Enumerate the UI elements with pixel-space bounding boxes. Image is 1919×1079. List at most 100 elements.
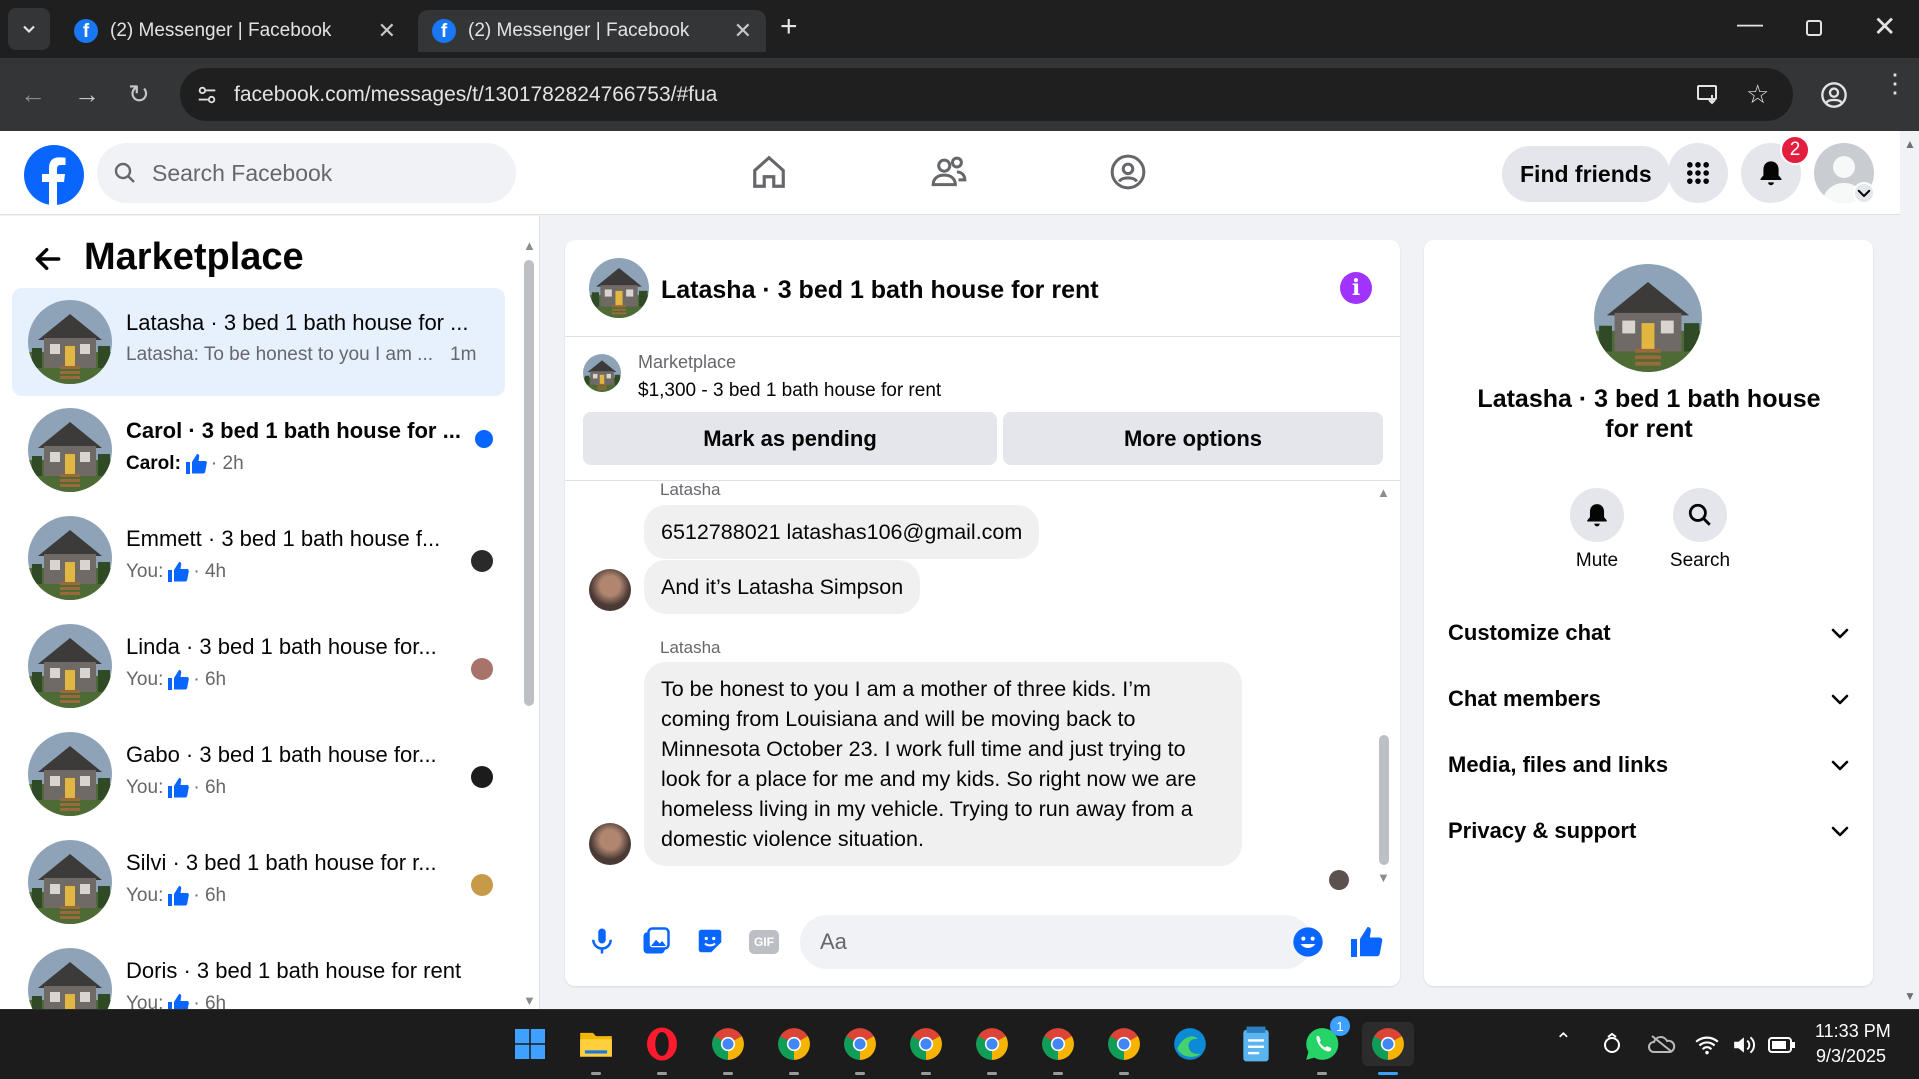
back-arrow-icon[interactable]: [32, 243, 64, 275]
groups-icon[interactable]: [1109, 153, 1147, 191]
page-scrollbar[interactable]: ▲ ▼: [1900, 131, 1919, 1009]
file-explorer-icon[interactable]: [574, 1022, 618, 1075]
start-windows-icon[interactable]: [508, 1022, 552, 1066]
facebook-header: Search Facebook Find friends 2: [0, 131, 1900, 215]
menu-grid-button[interactable]: [1668, 143, 1728, 203]
tab-list-button[interactable]: [8, 8, 50, 50]
search-placeholder: Search Facebook: [152, 159, 333, 186]
copilot-icon[interactable]: [1600, 1032, 1624, 1056]
chat-title[interactable]: Latasha · 3 bed 1 bath house for rent: [661, 276, 1099, 305]
minimize-button[interactable]: —: [1737, 8, 1763, 39]
conversation-silvi[interactable]: Silvi · 3 bed 1 bath house for r... You:…: [12, 828, 505, 936]
install-app-icon[interactable]: [1696, 83, 1720, 107]
chrome-active-icon[interactable]: [1362, 1022, 1414, 1075]
chevron-down-icon: [23, 25, 35, 34]
search-label: Search: [1669, 550, 1731, 571]
reload-button[interactable]: ↻: [128, 58, 150, 131]
sender-avatar[interactable]: [589, 569, 631, 611]
chat-members-row[interactable]: Chat members: [1448, 674, 1852, 724]
chrome-profile-icon[interactable]: [970, 1022, 1014, 1075]
forward-button[interactable]: →: [74, 58, 100, 131]
wifi-icon[interactable]: [1694, 1034, 1720, 1056]
snippet-time: · 6h: [193, 777, 227, 798]
clock-date[interactable]: 9/3/2025: [1816, 1046, 1886, 1067]
unread-dot: [475, 430, 493, 448]
thumbs-up-send-icon[interactable]: [1348, 924, 1384, 960]
close-tab-icon[interactable]: ✕: [734, 18, 752, 44]
search-icon: [114, 162, 135, 183]
account-chevron-icon[interactable]: [1853, 182, 1875, 204]
clock-time[interactable]: 11:33 PM: [1815, 1021, 1891, 1042]
conversation-latasha[interactable]: Latasha · 3 bed 1 bath house for ... Lat…: [12, 288, 505, 396]
browser-tab-1[interactable]: f (2) Messenger | Facebook ✕: [60, 10, 410, 52]
thumbs-up-icon: [166, 668, 190, 692]
snippet-sender: You:: [126, 993, 164, 1009]
mark-as-pending-button[interactable]: Mark as pending: [583, 412, 997, 465]
house-thumbnail: [28, 516, 112, 600]
listing-photo[interactable]: [1594, 264, 1702, 372]
notepad-icon[interactable]: [1234, 1022, 1278, 1066]
new-tab-button[interactable]: +: [780, 10, 798, 44]
browser-menu-icon[interactable]: ⋮: [1882, 70, 1908, 96]
message-bubble[interactable]: To be honest to you I am a mother of thr…: [644, 662, 1242, 866]
onedrive-icon[interactable]: [1648, 1034, 1676, 1054]
facebook-logo-icon[interactable]: [24, 145, 84, 205]
address-bar[interactable]: facebook.com/messages/t/1301782824766753…: [180, 68, 1793, 121]
house-thumbnail: [28, 948, 112, 1009]
conversation-emmett[interactable]: Emmett · 3 bed 1 bath house f... You: · …: [12, 504, 505, 612]
info-button[interactable]: i: [1340, 272, 1372, 304]
whatsapp-icon[interactable]: 1: [1300, 1016, 1350, 1075]
volume-icon[interactable]: [1732, 1034, 1758, 1056]
message-input[interactable]: Aa: [800, 915, 1323, 969]
photo-icon[interactable]: [641, 926, 671, 956]
conversation-carol[interactable]: Carol · 3 bed 1 bath house for ... Carol…: [12, 396, 505, 504]
privacy-support-row[interactable]: Privacy & support: [1448, 806, 1852, 856]
edge-icon[interactable]: [1168, 1022, 1212, 1066]
conversation-linda[interactable]: Linda · 3 bed 1 bath house for... You: ·…: [12, 612, 505, 720]
message-bubble[interactable]: And it’s Latasha Simpson: [644, 560, 921, 614]
message-bubble[interactable]: 6512788021 latashas106@gmail.com: [644, 505, 1040, 559]
browser-tab-2-active[interactable]: f (2) Messenger | Facebook ✕: [418, 10, 766, 52]
media-files-links-row[interactable]: Media, files and links: [1448, 740, 1852, 790]
conversation-snippet: You: · 6h: [126, 884, 226, 908]
home-icon[interactable]: [750, 153, 788, 191]
site-settings-icon[interactable]: [196, 84, 218, 106]
conversation-gabo[interactable]: Gabo · 3 bed 1 bath house for... You: · …: [12, 720, 505, 828]
friends-icon[interactable]: [930, 153, 968, 191]
mute-button[interactable]: Mute: [1562, 488, 1632, 572]
opera-icon[interactable]: [640, 1022, 684, 1075]
close-window-button[interactable]: ✕: [1873, 10, 1896, 43]
conversation-doris[interactable]: Doris · 3 bed 1 bath house for rent You:…: [12, 936, 505, 1009]
bookmark-star-icon[interactable]: ☆: [1746, 79, 1769, 110]
browser-toolbar: ← → ↻ facebook.com/messages/t/1301782824…: [0, 58, 1919, 131]
profile-icon[interactable]: [1820, 81, 1848, 109]
gif-icon[interactable]: GIF: [749, 930, 779, 954]
back-button[interactable]: ←: [20, 58, 46, 131]
chrome-profile-icon[interactable]: [1102, 1022, 1146, 1075]
more-options-button[interactable]: More options: [1003, 412, 1383, 465]
chat-scrollbar[interactable]: ▲ ▼: [1377, 485, 1391, 885]
chrome-profile-icon[interactable]: [706, 1022, 750, 1075]
listing-price-title[interactable]: $1,300 - 3 bed 1 bath house for rent: [638, 380, 941, 402]
battery-icon[interactable]: [1768, 1036, 1796, 1054]
chrome-profile-icon[interactable]: [904, 1022, 948, 1075]
chrome-profile-icon[interactable]: [1036, 1022, 1080, 1075]
house-thumbnail: [28, 300, 112, 384]
facebook-search-input[interactable]: Search Facebook: [97, 143, 516, 203]
customize-chat-row[interactable]: Customize chat: [1448, 608, 1852, 658]
show-hidden-icons[interactable]: ⌃: [1555, 1028, 1572, 1053]
chrome-profile-icon[interactable]: [838, 1022, 882, 1075]
chat-header-avatar[interactable]: [589, 258, 649, 318]
snippet-time: · 6h: [193, 669, 227, 690]
find-friends-button[interactable]: Find friends: [1502, 146, 1670, 202]
search-in-conversation-button[interactable]: Search: [1660, 488, 1740, 572]
emoji-icon[interactable]: [1292, 926, 1324, 958]
microphone-icon[interactable]: [587, 926, 617, 956]
sender-avatar[interactable]: [589, 823, 631, 865]
read-receipt-avatar: [471, 874, 493, 896]
conversation-list-scrollbar[interactable]: ▲ ▼: [523, 238, 536, 1008]
sticker-icon[interactable]: [695, 926, 725, 956]
chrome-profile-icon[interactable]: [772, 1022, 816, 1075]
restore-button[interactable]: [1806, 20, 1822, 36]
close-tab-icon[interactable]: ✕: [378, 18, 396, 44]
